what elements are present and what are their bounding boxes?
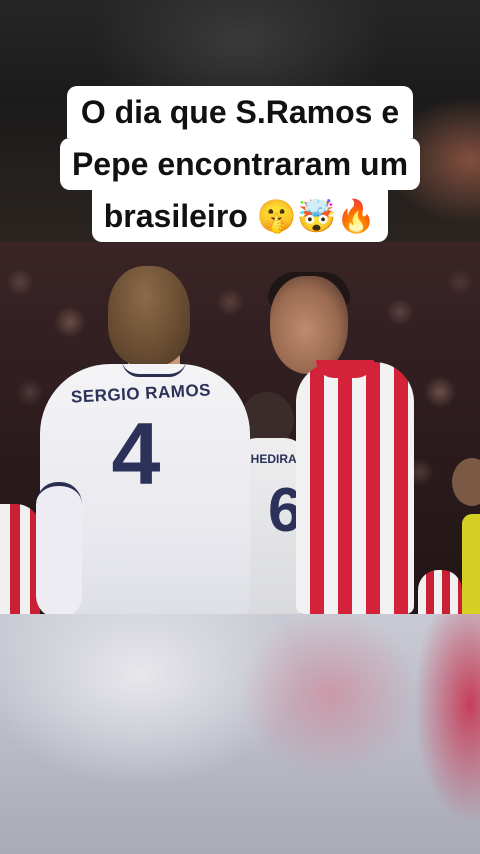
caption-line-3: brasileiro 🤫🤯🔥	[91, 190, 389, 242]
caption-line-2: Pepe encontraram um	[59, 138, 421, 190]
player-left-head	[108, 266, 190, 366]
striped-player-shirt	[296, 362, 414, 614]
striped-player-collar	[316, 360, 374, 378]
striped-player-left	[0, 504, 40, 614]
player-left-arm	[36, 482, 82, 614]
video-frame[interactable]: KHEDIRA 6 SERGIO RAMOS 4	[0, 242, 480, 614]
video-post[interactable]: KHEDIRA 6 SERGIO RAMOS 4 O dia que S.Ram…	[0, 0, 480, 854]
player-left-number: 4	[111, 404, 161, 503]
emoji-group: 🤫🤯🔥	[256, 197, 377, 235]
yellow-player	[462, 514, 480, 614]
player-left-collar	[122, 360, 186, 377]
caption-overlay: O dia que S.Ramos e Pepe encontraram um …	[44, 86, 436, 242]
striped-player-bench	[418, 570, 462, 614]
player-middle-name: KHEDIRA	[242, 452, 297, 466]
blurred-backdrop-bottom	[0, 614, 480, 854]
caption-line-3-text: brasileiro	[103, 198, 248, 234]
caption-line-1: O dia que S.Ramos e	[66, 86, 414, 138]
